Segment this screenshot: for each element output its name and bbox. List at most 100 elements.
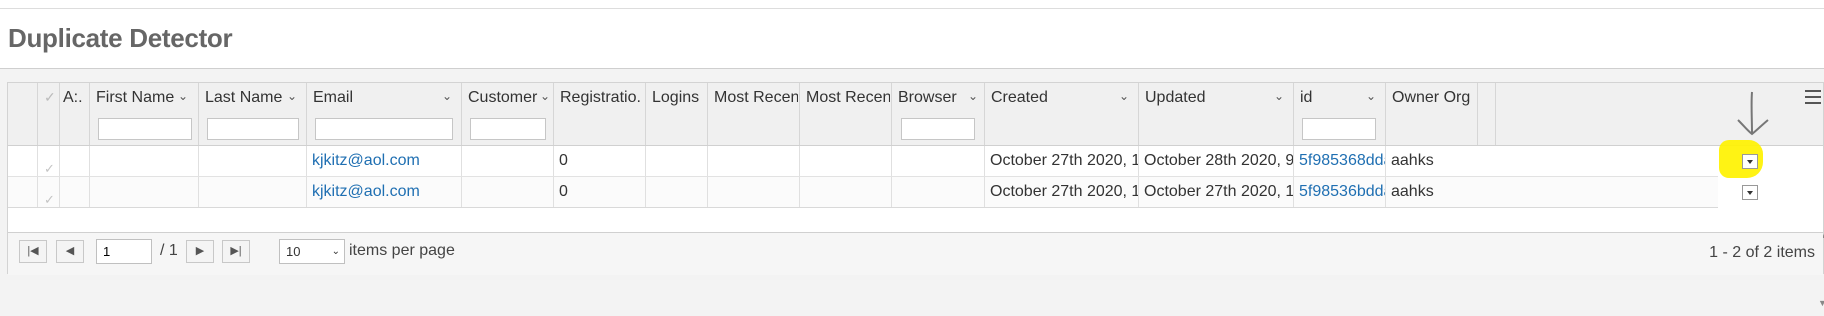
cell-most-recent-2 [800,177,892,207]
column-label: Logins [652,89,700,106]
cell-most-recent-2 [800,146,892,176]
pager: |◀ ◀ / 1 ▶ ▶| 10 ⌄ items per page 1 - 2 … [8,232,1823,275]
cell-id-link[interactable]: 5f98536bddaa [1294,177,1386,207]
first-name-filter[interactable] [98,118,192,140]
column-menu-icon[interactable] [1805,90,1821,104]
cell-browser [892,146,985,176]
cell-owner-org: aahks [1391,183,1434,200]
column-label: Customer ... [468,89,538,106]
page-title: Duplicate Detector [8,23,233,53]
column-label: Most Recen [714,89,798,106]
column-header-browser[interactable]: Browser ⌄ [892,83,985,145]
column-label: Registratio.. [560,89,640,106]
chevron-down-icon[interactable]: ⌄ [1366,89,1376,103]
cell-most-recent-1 [708,146,800,176]
column-label: Most Recen [806,89,890,106]
table-row[interactable]: ✓ kjkitz@aol.com 0 October 27th 2020, 1:… [8,177,1718,208]
chevron-down-icon: ⌄ [331,246,340,257]
spacer-column [1478,83,1496,145]
column-header-email[interactable]: Email ⌄ [307,83,462,145]
column-header-owner-org[interactable]: Owner Org [1386,83,1478,145]
column-header-first-name[interactable]: First Name ⌄ [90,83,199,145]
column-label: Owner Org [1392,89,1471,106]
first-page-button[interactable]: |◀ [19,240,47,263]
cell-created: October 27th 2020, 1:05 [985,177,1139,207]
row-check-icon[interactable]: ✓ [44,154,55,176]
row-action-dropdown-button[interactable] [1742,185,1758,200]
column-label: A:. [63,89,83,106]
column-header-id[interactable]: id ⌄ [1294,83,1386,145]
cell-logins [646,146,708,176]
cell-first-name [90,177,199,207]
column-label: Updated [1145,89,1206,106]
row-select-cell[interactable]: ✓ [38,177,60,207]
last-page-button[interactable]: ▶| [222,240,250,263]
row-action-dropdown-button[interactable] [1742,154,1758,169]
row-indicator [8,146,38,176]
prev-page-button[interactable]: ◀ [56,240,84,263]
cell-created: October 27th 2020, 1:05 [985,146,1139,176]
cell-a [60,146,90,176]
cell-last-name [199,146,307,176]
row-selector-header [8,83,38,145]
column-header-most-recent-2[interactable]: Most Recen [800,83,892,145]
prev-page-icon: ◀ [65,245,75,257]
last-name-filter[interactable] [207,118,299,140]
page-size-value: 10 [286,244,301,259]
page-size-select[interactable]: 10 ⌄ [279,239,345,264]
page-number-input[interactable] [96,239,152,264]
column-label: Created [991,89,1048,106]
column-header-last-name[interactable]: Last Name ⌄ [199,83,307,145]
email-filter[interactable] [315,118,453,140]
column-label: id [1300,89,1313,106]
chevron-down-icon[interactable]: ⌄ [540,89,550,103]
row-select-cell[interactable]: ✓ [38,146,60,176]
column-header-updated[interactable]: Updated ⌄ [1139,83,1294,145]
column-header-customer[interactable]: Customer ... ⌄ [462,83,554,145]
cell-customer [462,177,554,207]
cell-email-link[interactable]: kjkitz@aol.com [307,177,462,207]
column-header-registrations[interactable]: Registratio.. [554,83,646,145]
chevron-down-icon[interactable]: ⌄ [442,89,452,103]
column-label: Email [313,89,354,106]
scroll-down-icon[interactable]: ▼ [1818,298,1824,308]
cell-id-link[interactable]: 5f985368ddaa [1294,146,1386,176]
last-page-icon: ▶| [230,245,242,257]
select-all-column[interactable]: ✓ [38,83,60,145]
select-all-check-icon[interactable]: ✓ [44,89,56,106]
next-page-icon: ▶ [195,245,205,257]
cell-owner-org: aahks [1391,152,1434,169]
chevron-down-icon[interactable]: ⌄ [968,89,978,103]
chevron-down-icon[interactable]: ⌄ [287,89,297,103]
column-label: Browser [898,89,957,106]
page-size-label: items per page [349,242,455,259]
table-row[interactable]: ✓ kjkitz@aol.com 0 October 27th 2020, 1:… [8,146,1718,177]
grid-header: ✓ A:. First Name ⌄ Last Name ⌄ Email ⌄ C… [8,83,1823,146]
column-header-created[interactable]: Created ⌄ [985,83,1139,145]
cell-updated: October 28th 2020, 9:27 [1139,146,1294,176]
cell-first-name [90,146,199,176]
cell-email-link[interactable]: kjkitz@aol.com [307,146,462,176]
cell-a [60,177,90,207]
column-label: First Name [96,89,175,106]
id-filter[interactable] [1302,118,1376,140]
chevron-down-icon[interactable]: ⌄ [1274,89,1284,103]
next-page-button[interactable]: ▶ [186,240,214,263]
row-indicator [8,177,38,207]
page-header: Duplicate Detector [0,8,1824,69]
cell-last-name [199,177,307,207]
cell-browser [892,177,985,207]
browser-filter[interactable] [901,118,975,140]
column-header-most-recent-1[interactable]: Most Recen [708,83,800,145]
cell-logins [646,177,708,207]
chevron-down-icon[interactable]: ⌄ [178,89,188,103]
cell-registrations: 0 [554,146,646,176]
items-range: 1 - 2 of 2 items [1709,244,1815,261]
arrow-down-icon [1737,91,1769,136]
chevron-down-icon[interactable]: ⌄ [1119,89,1129,103]
column-header-logins[interactable]: Logins [646,83,708,145]
customer-filter[interactable] [470,118,546,140]
row-check-icon[interactable]: ✓ [44,185,55,207]
cell-customer [462,146,554,176]
column-header-a[interactable]: A:. [60,83,90,145]
